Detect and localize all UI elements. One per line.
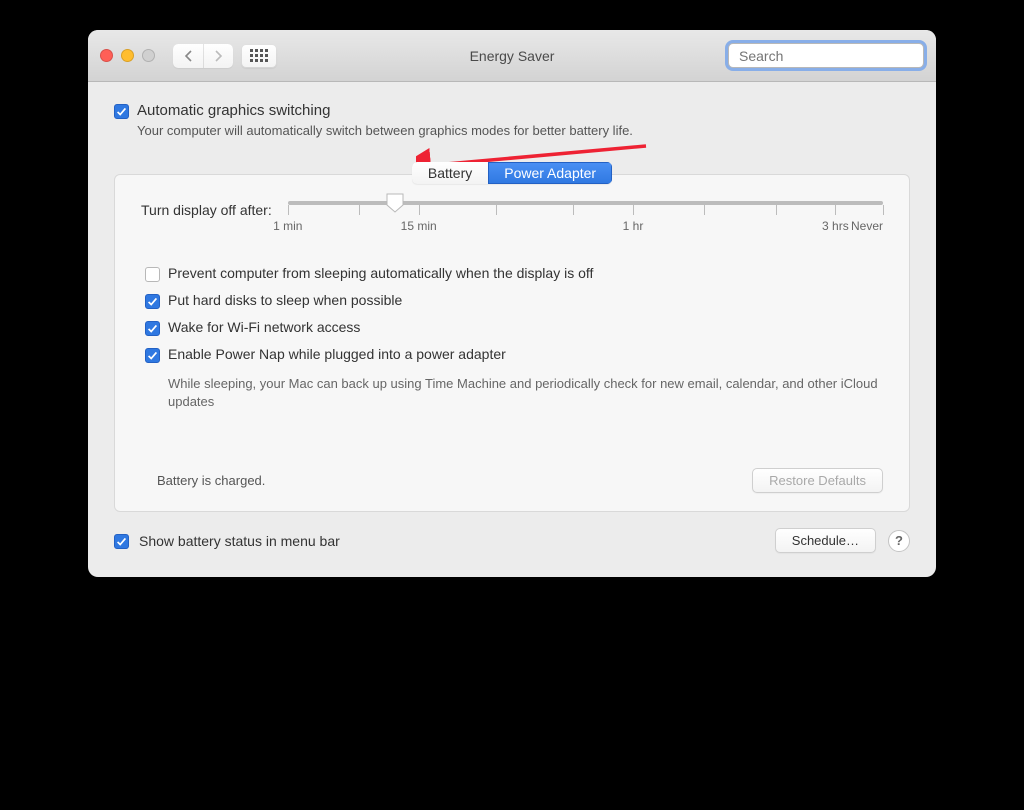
slider-tick-label: 1 min: [273, 219, 302, 233]
tab-power-adapter[interactable]: Power Adapter: [488, 162, 612, 184]
help-button[interactable]: ?: [888, 530, 910, 552]
slider-tick-label: 1 hr: [623, 219, 644, 233]
option-row: Enable Power Nap while plugged into a po…: [145, 346, 883, 363]
slider-tick: [288, 205, 289, 215]
option-label: Enable Power Nap while plugged into a po…: [168, 346, 506, 362]
option-row: Wake for Wi-Fi network access: [145, 319, 883, 336]
slider-tick: [573, 205, 574, 215]
toolbar: Energy Saver: [88, 30, 936, 82]
slider-thumb[interactable]: [386, 193, 404, 213]
show-all-button[interactable]: [241, 44, 277, 68]
slider-tick: [419, 205, 420, 215]
slider-tick: [359, 205, 360, 215]
display-sleep-slider[interactable]: [288, 201, 883, 205]
option-row: Prevent computer from sleeping automatic…: [145, 265, 883, 282]
settings-panel: Turn display off after: 1 min 15 min 1 hr 3…: [114, 174, 910, 512]
zoom-window-button: [142, 49, 155, 62]
slider-tick: [883, 205, 884, 215]
auto-graphics-label: Automatic graphics switching: [137, 102, 330, 119]
option-checkbox-1[interactable]: [145, 294, 160, 309]
option-label: Put hard disks to sleep when possible: [168, 292, 402, 308]
slider-tick: [835, 205, 836, 215]
tab-battery[interactable]: Battery: [412, 162, 488, 184]
option-label: Prevent computer from sleeping automatic…: [168, 265, 593, 281]
auto-graphics-checkbox[interactable]: [114, 104, 129, 119]
minimize-window-button[interactable]: [121, 49, 134, 62]
slider-tick: [496, 205, 497, 215]
option-checkbox-0[interactable]: [145, 267, 160, 282]
slider-tick: [776, 205, 777, 215]
back-button[interactable]: [173, 44, 203, 68]
restore-defaults-button[interactable]: Restore Defaults: [752, 468, 883, 493]
close-window-button[interactable]: [100, 49, 113, 62]
option-label: Wake for Wi-Fi network access: [168, 319, 360, 335]
slider-tick: [704, 205, 705, 215]
search-input[interactable]: [739, 48, 920, 64]
prefs-window: Energy Saver Automatic graphics switchin…: [88, 30, 936, 577]
menubar-status-checkbox[interactable]: [114, 534, 129, 549]
forward-button[interactable]: [203, 44, 233, 68]
option-checkbox-2[interactable]: [145, 321, 160, 336]
display-sleep-label: Turn display off after:: [141, 201, 272, 218]
slider-tick-label: 3 hrs: [822, 219, 849, 233]
slider-tick: [633, 205, 634, 215]
menubar-status-label: Show battery status in menu bar: [139, 533, 340, 549]
traffic-lights: [100, 49, 155, 62]
auto-graphics-description: Your computer will automatically switch …: [137, 123, 910, 138]
option-checkbox-3[interactable]: [145, 348, 160, 363]
slider-tick-label: Never: [851, 219, 883, 233]
slider-tick-label: 15 min: [401, 219, 437, 233]
option-description: While sleeping, your Mac can back up usi…: [168, 375, 883, 410]
nav-buttons: [173, 44, 233, 68]
battery-status: Battery is charged.: [157, 473, 265, 488]
search-field[interactable]: [728, 43, 924, 68]
option-row: Put hard disks to sleep when possible: [145, 292, 883, 309]
grid-icon: [250, 49, 268, 62]
auto-graphics-row: Automatic graphics switching: [114, 102, 910, 119]
display-sleep-row: Turn display off after: 1 min 15 min 1 hr 3…: [141, 201, 883, 239]
schedule-button[interactable]: Schedule…: [775, 528, 876, 553]
tabs: Battery Power Adapter: [412, 162, 612, 184]
content: Automatic graphics switching Your comput…: [88, 82, 936, 577]
